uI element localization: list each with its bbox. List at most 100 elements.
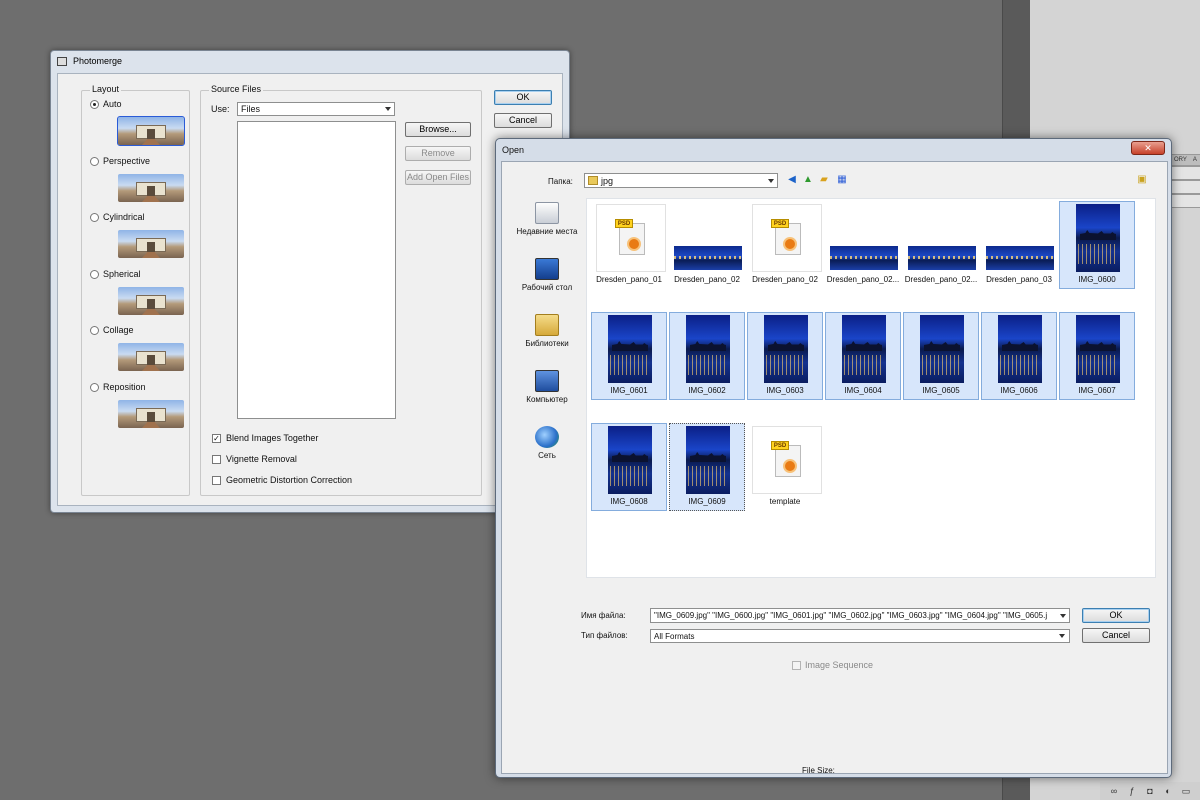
create-folder-icon[interactable]: ▣ xyxy=(1136,174,1148,186)
folder-icon[interactable]: ▭ xyxy=(1180,785,1192,797)
filename-input[interactable]: "IMG_0609.jpg" "IMG_0600.jpg" "IMG_0601.… xyxy=(650,608,1070,623)
place-computer[interactable]: Компьютер xyxy=(510,370,584,404)
file-item[interactable]: IMG_0608 xyxy=(591,423,667,511)
view-menu-icon[interactable]: ▦ xyxy=(836,174,848,186)
checkbox-checked-icon[interactable]: ✓ xyxy=(212,433,221,443)
layout-option-auto[interactable]: Auto xyxy=(90,99,122,109)
layout-preview-perspective xyxy=(118,174,184,202)
file-item[interactable]: Dresden_pano_02... xyxy=(903,201,979,289)
layout-option-perspective[interactable]: Perspective xyxy=(90,156,150,166)
layout-option-reposition[interactable]: Reposition xyxy=(90,382,146,392)
panel-tab-actions[interactable]: A xyxy=(1190,155,1200,165)
place-network[interactable]: Сеть xyxy=(510,426,584,460)
file-item[interactable]: IMG_0603 xyxy=(747,312,823,400)
radio-icon[interactable] xyxy=(90,382,99,392)
file-item[interactable]: Dresden_pano_02 xyxy=(669,201,745,289)
layout-option-label: Spherical xyxy=(103,269,141,279)
link-icon[interactable]: ∞ xyxy=(1108,785,1120,797)
place-recent[interactable]: Недавние места xyxy=(510,202,584,236)
use-label: Use: xyxy=(211,104,230,114)
file-item[interactable]: IMG_0605 xyxy=(903,312,979,400)
file-name: Dresden_pano_03 xyxy=(986,275,1052,284)
file-item[interactable]: Dresden_pano_02... xyxy=(825,201,901,289)
layout-option-spherical[interactable]: Spherical xyxy=(90,269,141,279)
filetype-label: Тип файлов: xyxy=(581,631,628,640)
place-label: Недавние места xyxy=(516,227,578,236)
file-item[interactable]: PSD Dresden_pano_01 xyxy=(591,201,667,289)
file-name: Dresden_pano_02... xyxy=(904,275,978,284)
file-name: IMG_0600 xyxy=(1078,275,1116,284)
mask-icon[interactable]: ◘ xyxy=(1144,785,1156,797)
open-ok-button[interactable]: OK xyxy=(1082,608,1150,623)
panel-row[interactable] xyxy=(1170,194,1200,208)
photomerge-ok-button[interactable]: OK xyxy=(494,90,552,105)
geometric-distortion-label: Geometric Distortion Correction xyxy=(226,475,353,485)
file-item[interactable]: IMG_0606 xyxy=(981,312,1057,400)
radio-icon[interactable] xyxy=(90,325,99,335)
radio-icon[interactable] xyxy=(90,156,99,166)
filetype-select[interactable]: All Formats xyxy=(650,629,1070,643)
close-icon[interactable]: ✕ xyxy=(1131,141,1165,155)
panel-tabstrip[interactable]: ORY A xyxy=(1170,154,1200,166)
file-item[interactable]: PSD Dresden_pano_02 xyxy=(747,201,823,289)
file-name: template xyxy=(769,497,801,506)
place-label: Рабочий стол xyxy=(521,283,573,292)
place-label: Библиотеки xyxy=(525,339,569,348)
photo-thumbnail xyxy=(686,426,730,494)
use-select[interactable]: Files xyxy=(237,102,395,116)
up-folder-icon[interactable]: ▲ xyxy=(802,174,814,186)
folder-label: Папка: xyxy=(548,177,573,186)
places-bar: Недавние места Рабочий стол Библиотеки К… xyxy=(510,196,584,576)
fx-icon[interactable]: ƒ xyxy=(1126,785,1138,797)
open-dialog-titlebar[interactable]: Open xyxy=(496,139,1171,161)
layout-option-cylindrical[interactable]: Cylindrical xyxy=(90,212,145,222)
checkbox-disabled-icon[interactable] xyxy=(792,660,801,670)
layout-group: Layout Auto Perspective Cylindrical Sphe… xyxy=(81,84,190,496)
file-item[interactable]: IMG_0602 xyxy=(669,312,745,400)
panel-row[interactable]: ▸ xyxy=(1170,166,1200,180)
radio-icon[interactable] xyxy=(90,269,99,279)
geometric-distortion-option[interactable]: Geometric Distortion Correction xyxy=(212,475,352,485)
radio-icon[interactable] xyxy=(90,99,99,109)
checkbox-icon[interactable] xyxy=(212,454,221,464)
folder-select[interactable]: jpg xyxy=(584,173,778,188)
file-item[interactable]: IMG_0601 xyxy=(591,312,667,400)
panel-tab-history[interactable]: ORY xyxy=(1171,155,1190,165)
photomerge-cancel-button[interactable]: Cancel xyxy=(494,113,552,128)
remove-button[interactable]: Remove xyxy=(405,146,471,161)
file-name: IMG_0609 xyxy=(688,497,726,506)
file-item[interactable]: IMG_0604 xyxy=(825,312,901,400)
layout-option-label: Reposition xyxy=(103,382,146,392)
layout-option-collage[interactable]: Collage xyxy=(90,325,134,335)
back-icon[interactable]: ◀ xyxy=(786,174,798,186)
image-sequence-option[interactable]: Image Sequence xyxy=(792,660,873,670)
panorama-thumbnail xyxy=(830,246,898,270)
browse-button[interactable]: Browse... xyxy=(405,122,471,137)
radio-icon[interactable] xyxy=(90,212,99,222)
checkbox-icon[interactable] xyxy=(212,475,221,485)
file-item[interactable]: PSD template xyxy=(747,423,823,511)
open-cancel-button[interactable]: Cancel xyxy=(1082,628,1150,643)
photomerge-body: Layout Auto Perspective Cylindrical Sphe… xyxy=(57,73,563,506)
file-item[interactable]: IMG_0607 xyxy=(1059,312,1135,400)
photo-thumbnail xyxy=(608,426,652,494)
photo-thumbnail xyxy=(998,315,1042,383)
new-folder-icon[interactable]: ▰ xyxy=(818,174,830,186)
file-list-view[interactable]: PSD Dresden_pano_01 Dresden_pano_02 PSD Dres… xyxy=(586,198,1156,578)
place-desktop[interactable]: Рабочий стол xyxy=(510,258,584,292)
file-item[interactable]: Dresden_pano_03 xyxy=(981,201,1057,289)
file-item[interactable]: IMG_0609 xyxy=(669,423,745,511)
blend-images-option[interactable]: ✓ Blend Images Together xyxy=(212,433,318,443)
add-open-files-button[interactable]: Add Open Files xyxy=(405,170,471,185)
vignette-removal-option[interactable]: Vignette Removal xyxy=(212,454,297,464)
source-files-list[interactable] xyxy=(237,121,396,419)
file-item[interactable]: IMG_0600 xyxy=(1059,201,1135,289)
photomerge-titlebar[interactable]: Photomerge xyxy=(51,51,569,73)
adjust-icon[interactable]: ◐ xyxy=(1162,785,1174,797)
blend-images-label: Blend Images Together xyxy=(226,433,319,443)
layout-preview-auto xyxy=(117,116,185,146)
image-sequence-label: Image Sequence xyxy=(805,660,874,670)
panel-row[interactable]: ▸ xyxy=(1170,180,1200,194)
chevron-down-icon[interactable] xyxy=(1060,614,1066,618)
place-libraries[interactable]: Библиотеки xyxy=(510,314,584,348)
